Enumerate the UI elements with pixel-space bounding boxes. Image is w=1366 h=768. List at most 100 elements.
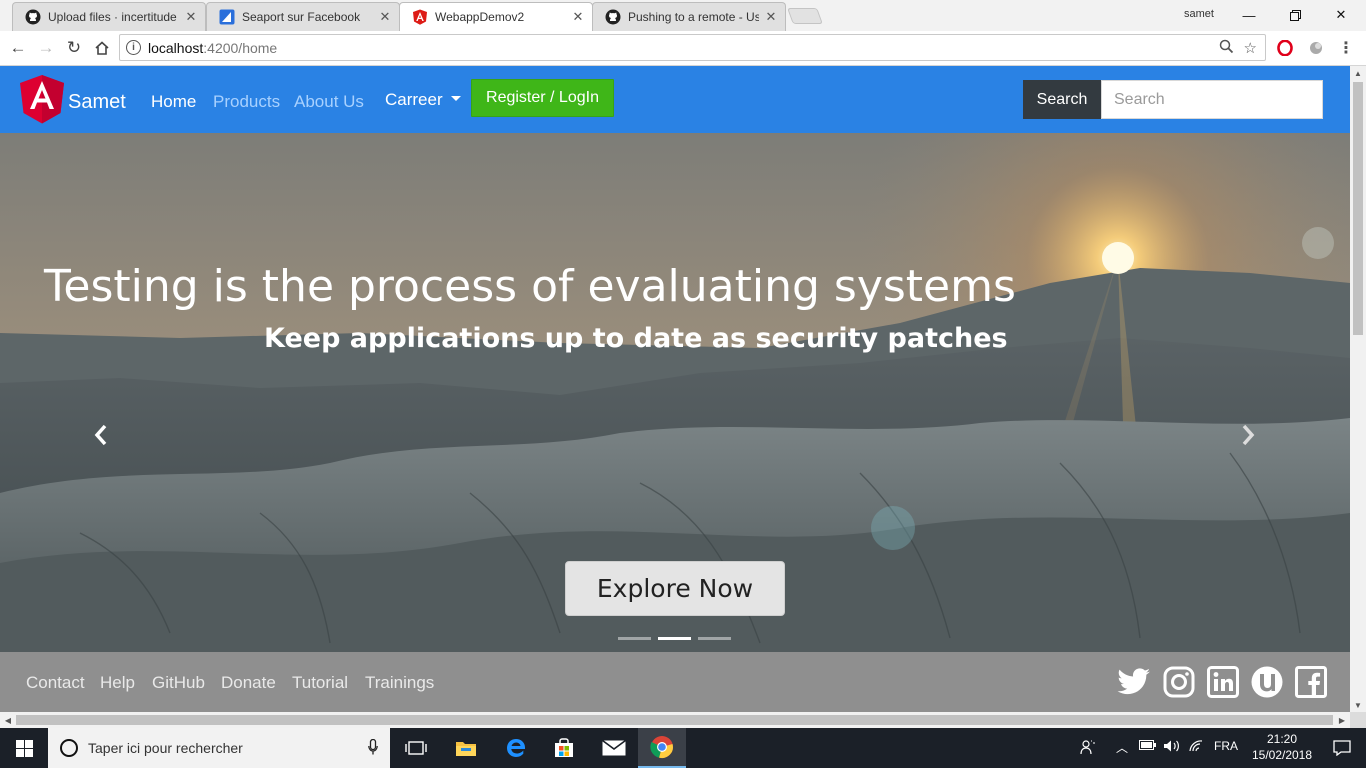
battery-icon[interactable] bbox=[1139, 739, 1157, 754]
wifi-icon[interactable] bbox=[1188, 739, 1204, 756]
site-footer: Contact Help GitHub Donate Tutorial Trai… bbox=[0, 652, 1350, 712]
edge-icon[interactable] bbox=[492, 728, 540, 768]
bookmark-star-icon[interactable]: ☆ bbox=[1244, 39, 1257, 58]
twitter-icon[interactable] bbox=[1117, 665, 1151, 699]
carousel-indicator-2[interactable] bbox=[658, 637, 691, 640]
back-icon[interactable]: ← bbox=[7, 37, 29, 59]
opera-icon[interactable] bbox=[1276, 39, 1294, 57]
chevron-up-icon[interactable]: ︿ bbox=[1116, 739, 1128, 756]
carousel-prev-icon[interactable] bbox=[93, 423, 109, 454]
home-icon[interactable] bbox=[91, 37, 113, 59]
forward-icon[interactable]: → bbox=[35, 37, 57, 59]
language-indicator[interactable]: FRA bbox=[1214, 739, 1238, 753]
tab-pushing-remote[interactable]: Pushing to a remote - Us ✕ bbox=[592, 2, 786, 31]
system-clock[interactable]: 21:20 15/02/2018 bbox=[1248, 731, 1316, 763]
register-login-button[interactable]: Register / LogIn bbox=[471, 79, 614, 117]
browser-tab-strip: Upload files · incertitude ✕ Seaport sur… bbox=[0, 0, 1366, 31]
footer-link-donate[interactable]: Donate bbox=[221, 673, 276, 693]
page-viewport: Samet Home Products About Us Carreer Reg… bbox=[0, 66, 1350, 712]
tab-webappdemov2[interactable]: WebappDemov2 ✕ bbox=[399, 2, 593, 31]
caret-down-icon bbox=[450, 96, 461, 102]
site-navbar: Samet Home Products About Us Carreer Reg… bbox=[0, 66, 1350, 133]
reload-icon[interactable]: ↻ bbox=[63, 37, 85, 59]
facebook-icon[interactable] bbox=[1294, 665, 1328, 699]
volume-icon[interactable] bbox=[1163, 739, 1181, 756]
microphone-icon[interactable] bbox=[368, 738, 378, 758]
clock-time: 21:20 bbox=[1266, 732, 1298, 746]
github-icon bbox=[605, 9, 621, 25]
footer-link-contact[interactable]: Contact bbox=[26, 673, 85, 693]
tab-title: Pushing to a remote - Us bbox=[628, 10, 759, 24]
url-host: localhost bbox=[148, 39, 204, 56]
search-button[interactable]: Search bbox=[1023, 80, 1101, 119]
nav-about-us[interactable]: About Us bbox=[294, 92, 364, 112]
horizontal-scrollbar[interactable]: ◀ ▶ bbox=[0, 712, 1350, 728]
zoom-icon[interactable] bbox=[1219, 39, 1234, 58]
footer-link-tutorial[interactable]: Tutorial bbox=[292, 673, 348, 693]
tab-upload-files[interactable]: Upload files · incertitude ✕ bbox=[12, 2, 206, 31]
info-icon[interactable]: i bbox=[126, 40, 141, 55]
scroll-thumb[interactable] bbox=[16, 715, 1333, 725]
taskbar-search-placeholder: Taper ici pour rechercher bbox=[88, 740, 243, 756]
browser-toolbar: ← → ↻ i localhost:4200/home ☆ ⋮ bbox=[0, 31, 1366, 66]
task-view-icon[interactable] bbox=[392, 728, 440, 768]
github-icon bbox=[25, 9, 41, 25]
file-explorer-icon[interactable] bbox=[442, 728, 490, 768]
close-icon[interactable]: ✕ bbox=[763, 9, 779, 25]
new-tab-button[interactable] bbox=[787, 8, 823, 24]
scroll-left-icon[interactable]: ◀ bbox=[0, 712, 16, 728]
chrome-icon[interactable] bbox=[638, 728, 686, 768]
close-icon[interactable]: ✕ bbox=[377, 9, 393, 25]
tab-title: WebappDemov2 bbox=[435, 10, 525, 24]
menu-icon[interactable]: ⋮ bbox=[1337, 39, 1355, 57]
nav-home[interactable]: Home bbox=[151, 92, 196, 112]
brand-name: Samet bbox=[68, 90, 126, 113]
scroll-thumb[interactable] bbox=[1353, 82, 1363, 335]
nav-products[interactable]: Products bbox=[213, 92, 280, 112]
angular-logo-icon bbox=[20, 75, 64, 129]
clock-date: 15/02/2018 bbox=[1251, 748, 1313, 762]
extension-icon[interactable] bbox=[1307, 39, 1325, 57]
carousel-subtitle: Keep applications up to date as security… bbox=[264, 323, 1008, 354]
url-path: :4200/home bbox=[203, 39, 278, 56]
angular-icon bbox=[412, 9, 428, 25]
seaport-icon bbox=[219, 9, 235, 25]
carousel-next-icon[interactable] bbox=[1240, 423, 1256, 454]
minimize-icon[interactable]: — bbox=[1226, 0, 1272, 30]
tab-seaport[interactable]: Seaport sur Facebook ✕ bbox=[206, 2, 400, 31]
carousel-indicator-1[interactable] bbox=[618, 637, 651, 640]
people-icon[interactable] bbox=[1080, 739, 1096, 758]
nav-carreer-dropdown[interactable]: Carreer bbox=[385, 90, 461, 110]
brand[interactable]: Samet bbox=[20, 75, 126, 129]
utorrent-icon[interactable] bbox=[1250, 665, 1284, 699]
scroll-down-icon[interactable]: ▼ bbox=[1350, 698, 1366, 712]
profile-name[interactable]: samet bbox=[1184, 8, 1214, 20]
scroll-up-icon[interactable]: ▲ bbox=[1350, 66, 1366, 80]
windows-taskbar: Taper ici pour rechercher ︿ FRA 21:20 15… bbox=[0, 728, 1366, 768]
scroll-right-icon[interactable]: ▶ bbox=[1334, 712, 1350, 728]
restore-icon[interactable] bbox=[1272, 0, 1318, 30]
cortana-icon bbox=[60, 739, 78, 757]
explore-now-button[interactable]: Explore Now bbox=[565, 561, 785, 616]
footer-link-github[interactable]: GitHub bbox=[152, 673, 205, 693]
store-icon[interactable] bbox=[540, 728, 588, 768]
scrollbar-corner bbox=[1350, 712, 1366, 728]
action-center-icon[interactable] bbox=[1318, 728, 1366, 768]
close-icon[interactable]: ✕ bbox=[570, 9, 586, 25]
vertical-scrollbar[interactable]: ▲ ▼ bbox=[1350, 66, 1366, 712]
tab-title: Upload files · incertitude bbox=[48, 10, 177, 24]
windows-start-icon[interactable] bbox=[0, 728, 48, 768]
instagram-icon[interactable] bbox=[1162, 665, 1196, 699]
linkedin-icon[interactable] bbox=[1206, 665, 1240, 699]
carousel-indicator-3[interactable] bbox=[698, 637, 731, 640]
search-input[interactable] bbox=[1101, 80, 1323, 119]
address-bar[interactable]: i localhost:4200/home ☆ bbox=[119, 34, 1266, 61]
taskbar-search-box[interactable]: Taper ici pour rechercher bbox=[48, 728, 390, 768]
carousel-title: Testing is the process of evaluating sys… bbox=[44, 261, 1016, 312]
footer-link-help[interactable]: Help bbox=[100, 673, 135, 693]
mail-icon[interactable] bbox=[590, 728, 638, 768]
footer-link-trainings[interactable]: Trainings bbox=[365, 673, 434, 693]
close-window-icon[interactable]: ✕ bbox=[1318, 0, 1364, 30]
tab-title: Seaport sur Facebook bbox=[242, 10, 361, 24]
close-icon[interactable]: ✕ bbox=[183, 9, 199, 25]
